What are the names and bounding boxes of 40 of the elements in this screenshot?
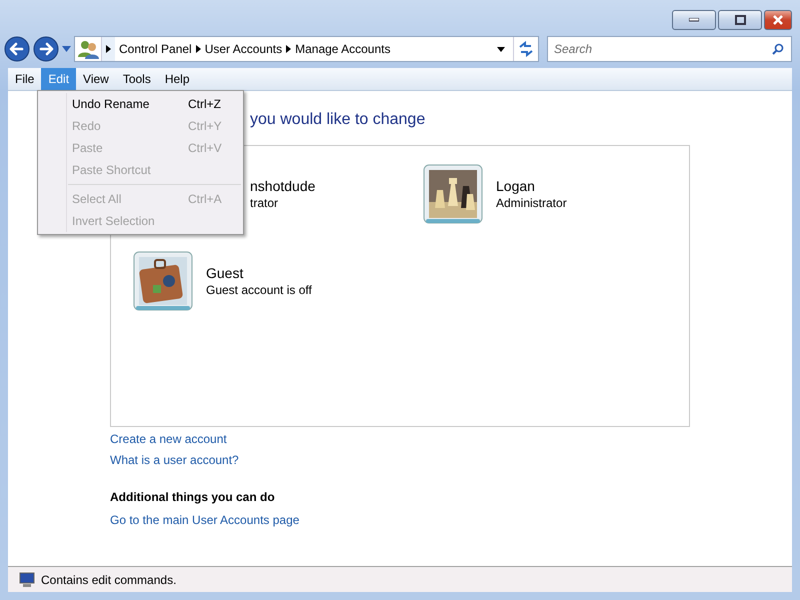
breadcrumb[interactable]: Manage Accounts [291,42,394,56]
account-tile[interactable]: Guest Guest account is off [133,251,423,338]
account-type: Administrator [496,196,567,210]
link[interactable]: Go to the main User Accounts page [110,513,300,527]
minimize-icon [689,18,699,22]
account-name: Logan [496,178,536,194]
address-bar[interactable]: Control Panel User Accounts Manage Accounts [74,36,539,62]
forward-button[interactable] [33,36,59,62]
account-name: Guest [206,265,244,281]
menu-entry[interactable]: Undo Rename Ctrl+Z [38,93,243,115]
users-icon [77,39,99,59]
computer-icon [18,572,36,588]
minimize-button[interactable] [672,10,716,30]
account-name: nshotdude [250,178,316,194]
maximize-icon [734,15,746,25]
page-heading: you would like to change [250,111,426,130]
status-text: Contains edit commands. [41,572,176,586]
menu-item[interactable]: File [8,68,42,90]
chevron-right-icon [196,45,201,53]
chevron-right-icon [106,45,111,53]
dropdown-arrow-icon[interactable] [497,46,505,52]
account-tile[interactable]: Logan Administrator [423,164,713,251]
menu-item[interactable]: View [76,68,116,90]
account-type: trator [250,196,280,210]
menu-item[interactable]: Help [158,68,197,90]
section-heading: Additional things you can do [110,490,276,504]
close-button[interactable] [764,10,792,30]
breadcrumb[interactable]: User Accounts [200,42,286,56]
link[interactable]: What is a user account? [110,453,239,467]
link[interactable]: Create a new account [110,432,227,446]
chevron-right-icon [286,45,292,53]
back-button[interactable] [4,36,30,62]
account-type: Guest account is off [206,283,312,297]
menu-item[interactable]: Edit [41,68,76,90]
maximize-button[interactable] [718,10,762,30]
close-icon [772,15,784,25]
search-field[interactable]: Search [547,36,792,62]
breadcrumb[interactable]: Control Panel [115,42,196,56]
menu-item[interactable]: Tools [116,68,158,90]
search-icon [772,43,784,55]
